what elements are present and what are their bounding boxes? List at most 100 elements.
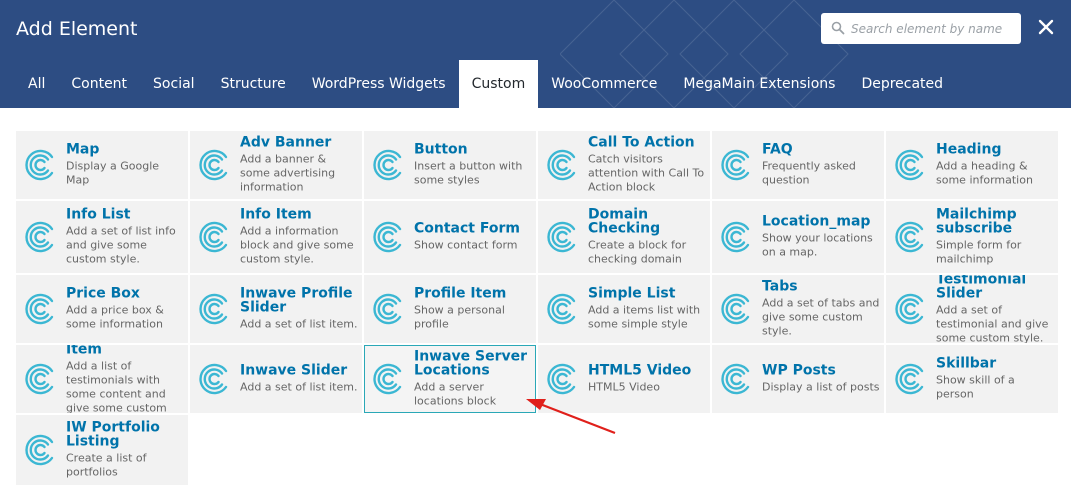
- element-name: Profile Item: [414, 285, 507, 302]
- element-html5-video[interactable]: HTML5 Video HTML5 Video: [538, 345, 710, 413]
- element-mailchimp-subscribe[interactable]: Mailchimp subscribe Simple form for mailc…: [886, 201, 1058, 273]
- element-text: Profile Item Show a personal profile: [414, 287, 532, 332]
- tab-structure[interactable]: Structure: [208, 60, 299, 108]
- element-wp-posts[interactable]: WP Posts Display a list of posts: [712, 345, 884, 413]
- element-description: Add a set of list item.: [240, 380, 358, 394]
- element-location-map[interactable]: Location_map Show your locations on a map…: [712, 201, 884, 273]
- element-name: Tabs: [762, 278, 798, 295]
- element-name: Button: [414, 141, 468, 158]
- element-profile-item[interactable]: Profile Item Show a personal profile: [364, 275, 536, 343]
- element-description: Show your locations on a map.: [762, 231, 873, 259]
- element-text: Location_map Show your locations on a map…: [762, 215, 880, 260]
- element-adv-banner[interactable]: Adv Banner Add a banner & some advertisin…: [190, 131, 362, 199]
- element-name: Testimonial Item: [66, 345, 102, 358]
- element-description: Catch visitors attention with Call To Ac…: [588, 152, 705, 194]
- element-testimonial-item[interactable]: Testimonial ItemAdd a list of testimonia…: [16, 345, 188, 413]
- element-text: Simple List Add a items list with some si…: [588, 287, 706, 332]
- element-text: Testimonial ItemAdd a list of testimonia…: [66, 345, 184, 413]
- element-description: Show contact form: [414, 238, 518, 252]
- element-text: Price Box Add a price box & some informat…: [66, 287, 184, 332]
- inwave-swirl-icon: [199, 221, 231, 253]
- element-description: Add a set of testimonial and give some c…: [936, 303, 1049, 344]
- element-price-box[interactable]: Price Box Add a price box & some informat…: [16, 275, 188, 343]
- tab-all[interactable]: All: [16, 60, 58, 108]
- element-name: Inwave Server Locations: [414, 348, 528, 379]
- element-iw-portfolio-listing[interactable]: IW Portfolio Listing Create a list of por…: [16, 415, 188, 485]
- inwave-swirl-icon: [547, 221, 579, 253]
- element-description: Insert a button with some styles: [414, 159, 523, 187]
- element-inwave-server-locations[interactable]: Inwave Server Locations Add a server loca…: [364, 345, 536, 413]
- element-text: Inwave Slider Add a set of list item.: [240, 364, 358, 395]
- element-text: Contact Form Show contact form: [414, 222, 532, 253]
- element-name: Inwave Profile Slider: [240, 285, 353, 316]
- element-info-list[interactable]: Info List Add a set of list info and give…: [16, 201, 188, 273]
- element-text: FAQ Frequently asked question: [762, 143, 880, 188]
- search-input[interactable]: [851, 19, 1015, 38]
- tab-woocommerce[interactable]: WooCommerce: [538, 60, 670, 108]
- element-contact-form[interactable]: Contact Form Show contact form: [364, 201, 536, 273]
- inwave-swirl-icon: [199, 363, 231, 395]
- element-name: Domain Checking: [588, 206, 661, 237]
- element-description: Add a items list with some simple style: [588, 303, 701, 331]
- element-faq[interactable]: FAQ Frequently asked question: [712, 131, 884, 199]
- element-info-item[interactable]: Info Item Add a information block and giv…: [190, 201, 362, 273]
- inwave-swirl-icon: [721, 293, 753, 325]
- element-heading[interactable]: Heading Add a heading & some information: [886, 131, 1058, 199]
- element-text: WP Posts Display a list of posts: [762, 364, 880, 395]
- element-domain-checking[interactable]: Domain Checking Create a block for checki…: [538, 201, 710, 273]
- element-button[interactable]: Button Insert a button with some styles: [364, 131, 536, 199]
- element-text: Info List Add a set of list info and give…: [66, 208, 184, 267]
- element-description: Simple form for mailchimp: [936, 238, 1022, 266]
- inwave-swirl-icon: [373, 221, 405, 253]
- tab-deprecated[interactable]: Deprecated: [848, 60, 956, 108]
- element-name: Mailchimp subscribe: [936, 206, 1017, 237]
- tab-content[interactable]: Content: [58, 60, 140, 108]
- element-inwave-slider[interactable]: Inwave Slider Add a set of list item.: [190, 345, 362, 413]
- close-icon[interactable]: [1036, 17, 1056, 37]
- element-name: Inwave Slider: [240, 362, 348, 379]
- inwave-swirl-icon: [895, 221, 927, 253]
- element-simple-list[interactable]: Simple List Add a items list with some si…: [538, 275, 710, 343]
- inwave-swirl-icon: [373, 149, 405, 181]
- element-name: Location_map: [762, 213, 871, 230]
- element-text: Button Insert a button with some styles: [414, 143, 532, 188]
- tab-custom[interactable]: Custom: [458, 60, 539, 108]
- element-text: Call To Action Catch visitors attention w…: [588, 136, 706, 195]
- element-description: Add a heading & some information: [936, 159, 1033, 187]
- inwave-swirl-icon: [895, 363, 927, 395]
- tab-megamain-extensions[interactable]: MegaMain Extensions: [670, 60, 848, 108]
- element-description: Add a set of list item.: [240, 317, 358, 331]
- element-name: Contact Form: [414, 220, 520, 237]
- tab-wordpress-widgets[interactable]: WordPress Widgets: [299, 60, 459, 108]
- element-description: Add a server locations block: [414, 380, 497, 408]
- element-text: Inwave Server Locations Add a server loca…: [414, 350, 532, 409]
- element-name: Heading: [936, 141, 1002, 158]
- inwave-swirl-icon: [25, 221, 57, 253]
- element-text: Tabs Add a set of tabs and give some cust…: [762, 280, 880, 339]
- element-name: Simple List: [588, 285, 676, 302]
- element-testimonial-slider[interactable]: Testimonial Slider Add a set of testimoni…: [886, 275, 1058, 343]
- element-tabs[interactable]: Tabs Add a set of tabs and give some cust…: [712, 275, 884, 343]
- inwave-swirl-icon: [373, 293, 405, 325]
- element-text: Inwave Profile Slider Add a set of list i…: [240, 287, 358, 332]
- search-icon: [831, 21, 845, 35]
- inwave-swirl-icon: [25, 363, 57, 395]
- element-description: Frequently asked question: [762, 159, 856, 187]
- tab-social[interactable]: Social: [140, 60, 208, 108]
- element-text: Info Item Add a information block and giv…: [240, 208, 358, 267]
- element-text: Heading Add a heading & some information: [936, 143, 1054, 188]
- inwave-swirl-icon: [25, 434, 57, 466]
- element-skillbar[interactable]: Skillbar Show skill of a person: [886, 345, 1058, 413]
- element-grid: Map Display a Google Map Adv Banner Add a b…: [16, 131, 1059, 485]
- element-call-to-action[interactable]: Call To Action Catch visitors attention w…: [538, 131, 710, 199]
- element-name: Adv Banner: [240, 134, 332, 151]
- element-name: HTML5 Video: [588, 362, 692, 379]
- element-map[interactable]: Map Display a Google Map: [16, 131, 188, 199]
- element-inwave-profile-slider[interactable]: Inwave Profile Slider Add a set of list i…: [190, 275, 362, 343]
- search-box[interactable]: [821, 13, 1021, 44]
- element-description: Create a list of portfolios: [66, 451, 147, 479]
- element-name: IW Portfolio Listing: [66, 419, 160, 450]
- inwave-swirl-icon: [547, 363, 579, 395]
- element-name: Testimonial Slider: [936, 275, 1027, 302]
- inwave-swirl-icon: [199, 149, 231, 181]
